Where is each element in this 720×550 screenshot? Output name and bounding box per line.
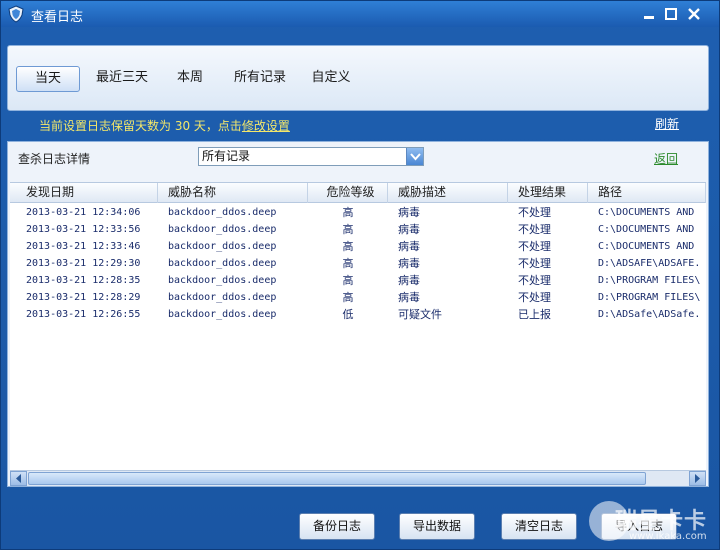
log-viewer-window: 查看日志 当天 最近三天 本周 所有记录 自定义 当前设置日志保留天数为 30 … (0, 0, 720, 550)
maximize-button[interactable] (663, 6, 679, 22)
cell-path: C:\DOCUMENTS AND (598, 207, 695, 218)
import-log-button[interactable]: 导入日志 (601, 513, 677, 540)
cell-threat-name: backdoor_ddos.deep (168, 258, 277, 269)
window-title: 查看日志 (31, 10, 84, 25)
cell-description: 病毒 (398, 257, 420, 270)
cell-date: 2013-03-21 12:28:29 (26, 292, 141, 303)
cell-result: 不处理 (518, 257, 551, 270)
table-row[interactable]: 2013-03-21 12:28:29 backdoor_ddos.deep 高… (10, 289, 706, 306)
log-table: 发现日期 威胁名称 危险等级 威胁描述 处理结果 路径 2013-03-21 1… (10, 182, 706, 472)
table-row[interactable]: 2013-03-21 12:33:46 backdoor_ddos.deep 高… (10, 238, 706, 255)
arrow-right-icon[interactable] (689, 471, 706, 486)
cell-result: 不处理 (518, 206, 551, 219)
refresh-link[interactable]: 刷新 (655, 115, 679, 132)
tab-this-week[interactable]: 本周 (170, 66, 210, 92)
table-row[interactable]: 2013-03-21 12:33:56 backdoor_ddos.deep 高… (10, 221, 706, 238)
column-header-result[interactable]: 处理结果 (508, 183, 588, 203)
cell-path: C:\DOCUMENTS AND (598, 241, 695, 252)
modify-settings-link[interactable]: 修改设置 (242, 119, 290, 133)
backup-log-button[interactable]: 备份日志 (299, 513, 375, 540)
cell-risk-level: 高 (342, 240, 354, 253)
cell-path: D:\PROGRAM FILES\ (598, 292, 701, 303)
table-row[interactable]: 2013-03-21 12:26:55 backdoor_ddos.deep 低… (10, 306, 706, 323)
cell-result: 不处理 (518, 274, 551, 287)
export-data-button[interactable]: 导出数据 (399, 513, 475, 540)
filter-selected-value: 所有记录 (202, 149, 251, 163)
cell-threat-name: backdoor_ddos.deep (168, 275, 277, 286)
cell-threat-name: backdoor_ddos.deep (168, 224, 277, 235)
cell-date: 2013-03-21 12:29:30 (26, 258, 141, 269)
cell-risk-level: 高 (342, 257, 354, 270)
log-filter-select[interactable]: 所有记录 (198, 147, 424, 166)
cell-result: 不处理 (518, 291, 551, 304)
column-header-description[interactable]: 威胁描述 (388, 183, 508, 203)
close-button[interactable] (686, 6, 702, 22)
retention-notice-text: 当前设置日志保留天数为 30 天，点击 (39, 119, 242, 133)
cell-path: D:\ADSafe\ADSafe. (598, 309, 701, 320)
tab-custom[interactable]: 自定义 (308, 66, 354, 92)
cell-path: C:\DOCUMENTS AND (598, 224, 695, 235)
cell-result: 已上报 (518, 308, 551, 321)
column-header-risk-level[interactable]: 危险等级 (308, 183, 388, 203)
cell-risk-level: 高 (342, 291, 354, 304)
cell-risk-level: 高 (342, 274, 354, 287)
column-header-threat-name[interactable]: 威胁名称 (158, 183, 308, 203)
table-row[interactable]: 2013-03-21 12:29:30 backdoor_ddos.deep 高… (10, 255, 706, 272)
cell-result: 不处理 (518, 240, 551, 253)
cell-path: D:\PROGRAM FILES\ (598, 275, 701, 286)
column-header-date[interactable]: 发现日期 (10, 183, 158, 203)
cell-path: D:\ADSAFE\ADSAFE. (598, 258, 701, 269)
tab-last-three-days[interactable]: 最近三天 (90, 66, 154, 92)
log-detail-panel: 查杀日志详情 所有记录 返回 发现日期 威胁名称 危险等级 威胁描述 处理结果 … (7, 141, 709, 487)
cell-risk-level: 高 (342, 206, 354, 219)
cell-date: 2013-03-21 12:34:06 (26, 207, 141, 218)
table-header: 发现日期 威胁名称 危险等级 威胁描述 处理结果 路径 (10, 183, 706, 203)
table-row[interactable]: 2013-03-21 12:28:35 backdoor_ddos.deep 高… (10, 272, 706, 289)
cell-date: 2013-03-21 12:33:46 (26, 241, 141, 252)
horizontal-scrollbar[interactable] (10, 470, 706, 486)
cell-date: 2013-03-21 12:33:56 (26, 224, 141, 235)
scrollbar-thumb[interactable] (28, 472, 646, 485)
period-tabs: 当天 最近三天 本周 所有记录 自定义 (7, 45, 709, 111)
shield-icon (7, 5, 25, 23)
cell-threat-name: backdoor_ddos.deep (168, 241, 277, 252)
cell-risk-level: 高 (342, 223, 354, 236)
cell-threat-name: backdoor_ddos.deep (168, 309, 277, 320)
cell-description: 病毒 (398, 274, 420, 287)
cell-description: 病毒 (398, 291, 420, 304)
cell-description: 病毒 (398, 223, 420, 236)
cell-result: 不处理 (518, 223, 551, 236)
cell-description: 病毒 (398, 240, 420, 253)
minimize-button[interactable] (641, 6, 657, 22)
cell-date: 2013-03-21 12:28:35 (26, 275, 141, 286)
cell-threat-name: backdoor_ddos.deep (168, 292, 277, 303)
arrow-left-icon[interactable] (10, 471, 27, 486)
tab-today[interactable]: 当天 (16, 66, 80, 92)
back-link[interactable]: 返回 (654, 150, 678, 167)
chevron-down-icon[interactable] (406, 148, 423, 165)
clear-log-button[interactable]: 清空日志 (501, 513, 577, 540)
cell-risk-level: 低 (342, 308, 354, 321)
cell-description: 病毒 (398, 206, 420, 219)
tab-all-records[interactable]: 所有记录 (230, 66, 290, 92)
title-bar: 查看日志 (1, 1, 719, 27)
retention-notice: 当前设置日志保留天数为 30 天，点击修改设置 (39, 117, 290, 134)
table-row[interactable]: 2013-03-21 12:34:06 backdoor_ddos.deep 高… (10, 204, 706, 221)
filter-label: 查杀日志详情 (18, 152, 91, 166)
cell-threat-name: backdoor_ddos.deep (168, 207, 277, 218)
cell-description: 可疑文件 (398, 308, 442, 321)
column-header-path[interactable]: 路径 (588, 183, 706, 203)
cell-date: 2013-03-21 12:26:55 (26, 309, 141, 320)
